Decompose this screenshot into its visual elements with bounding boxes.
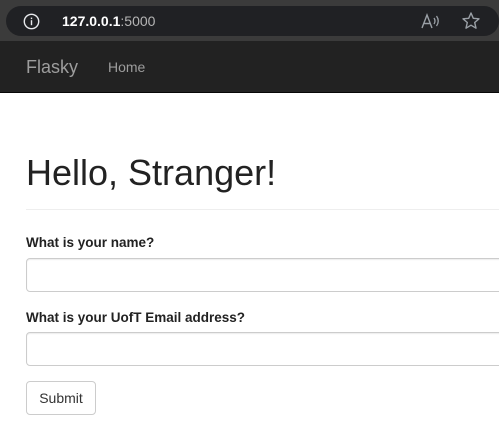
browser-toolbar: 127.0.0.1:5000 xyxy=(0,0,499,41)
name-label: What is your name? xyxy=(26,235,155,250)
url-port: :5000 xyxy=(120,13,156,29)
address-bar[interactable]: 127.0.0.1:5000 xyxy=(6,6,499,36)
submit-button[interactable]: Submit xyxy=(26,381,96,415)
url-host: 127.0.0.1 xyxy=(62,13,121,29)
page-header: Hello, Stranger! xyxy=(26,152,499,210)
navbar: Flasky Home xyxy=(0,41,499,93)
url-text[interactable]: 127.0.0.1:5000 xyxy=(62,13,155,29)
name-input[interactable] xyxy=(26,258,499,292)
nav-link-home[interactable]: Home xyxy=(108,59,145,75)
email-label: What is your UofT Email address? xyxy=(26,310,246,325)
navbar-brand[interactable]: Flasky xyxy=(26,57,78,77)
page-title: Hello, Stranger! xyxy=(26,152,277,193)
favorite-star-icon[interactable] xyxy=(461,11,481,31)
email-input[interactable] xyxy=(26,332,499,366)
info-icon[interactable] xyxy=(23,13,40,30)
read-aloud-icon[interactable] xyxy=(420,12,442,30)
